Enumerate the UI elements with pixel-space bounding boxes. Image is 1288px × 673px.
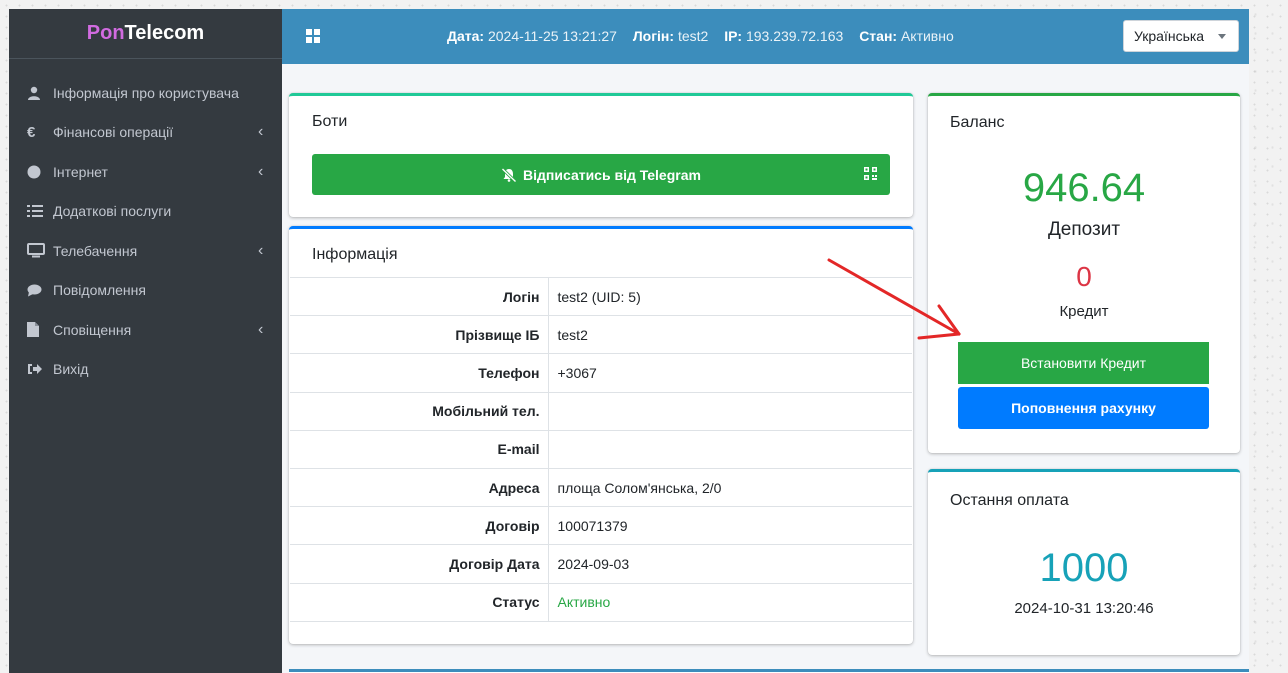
ip-value: 193.239.72.163 [745,28,844,44]
credit-value: 0 [1076,261,1092,292]
sidebar-item-label: Повідомлення [53,282,146,299]
table-row: Статус Активно [290,582,912,622]
monitor-icon [27,243,53,258]
balance-card: Баланс 946.64 Депозит 0 Кредит Встановит… [928,93,1240,453]
chevron-left-icon: ‹ [258,123,264,141]
info-key: Мобільний тел. [290,391,549,431]
circle-icon [27,165,53,179]
table-row: Мобільний тел. [290,391,912,431]
last-payment-title: Остання оплата [950,492,1069,509]
info-value: площа Солом'янська, 2/0 [548,467,912,507]
info-key: Прізвище ІБ [290,315,549,354]
info-key: Адреса [290,467,549,507]
deposit-value: 946.64 [1022,166,1146,210]
info-value: Активно [548,582,912,622]
sidebar-item-label: Додаткові послуги [53,203,172,220]
sidebar-item-finance[interactable]: € Фінансові операції ‹ [9,113,282,153]
sidebar-item-tv[interactable]: Телебачення ‹ [9,231,282,271]
table-row: Прізвище ІБ test2 [290,315,912,354]
info-key: E-mail [290,429,549,469]
date-value: 2024-11-25 13:21:27 [487,28,617,44]
balance-card-title: Баланс [950,114,1005,131]
sidebar: Pon Telecom Інформація про користувача € … [9,9,282,673]
status-value: Активно [900,28,954,44]
info-value: test2 (UID: 5) [548,276,912,316]
last-payment-date: 2024-10-31 13:20:46 [1014,600,1154,617]
euro-icon: € [27,123,36,141]
date-label: Дата: [447,28,485,44]
info-value [548,429,912,469]
last-payment-amount: 1000 [1039,546,1129,590]
info-key: Договір Дата [290,544,549,583]
sidebar-item-internet[interactable]: Інтернет ‹ [9,152,282,192]
brand-logo[interactable]: Pon Telecom [9,9,282,59]
table-row: Логін test2 (UID: 5) [290,276,912,316]
ip-label: IP: [724,28,743,44]
info-key: Статус [290,582,549,622]
info-key: Логін [290,276,549,316]
last-payment-card: Остання оплата 1000 2024-10-31 13:20:46 [928,469,1240,655]
sidebar-nav: Інформація про користувача € Фінансові о… [9,59,282,389]
set-credit-button[interactable]: Встановити Кредит [958,342,1209,384]
table-row: Договір 100071379 [290,506,912,545]
screenshot-background: Pon Telecom Інформація про користувача € … [0,0,1288,673]
status-label: Стан: [859,28,898,44]
chevron-left-icon: ‹ [258,320,264,338]
bell-slash-icon [501,167,517,182]
grid-menu-icon[interactable] [306,29,320,43]
sidebar-item-label: Телебачення [53,242,138,259]
table-row: Телефон +3067 [290,353,912,393]
info-table: Логін test2 (UID: 5) Прізвище ІБ test2 Телеф… [290,276,912,622]
login-label: Логін: [632,28,675,44]
sidebar-item-notifications[interactable]: Сповіщення ‹ [9,310,282,350]
sidebar-item-label: Інтернет [53,163,108,180]
table-row: E-mail [290,429,912,469]
telegram-unsubscribe-button[interactable]: Відписатись від Telegram [312,154,890,195]
sidebar-item-messages[interactable]: Повідомлення [9,271,282,311]
caret-down-icon [1218,34,1226,39]
sidebar-item-logout[interactable]: Вихід [9,350,282,390]
language-select[interactable]: Українська [1123,20,1239,52]
app-window: Pon Telecom Інформація про користувача € … [9,9,1249,673]
chevron-left-icon: ‹ [258,162,264,180]
sidebar-item-extra-services[interactable]: Додаткові послуги [9,192,282,232]
info-value: 100071379 [548,506,912,545]
top-navbar: Дата: 2024-11-25 13:21:27 Логін: test2 I… [282,9,1249,64]
bots-card-title: Боти [312,113,348,130]
info-key: Договір [290,506,549,545]
sidebar-item-label: Вихід [53,361,89,378]
info-card: Інформація Логін test2 (UID: 5) Прізвище І… [289,226,913,644]
next-card-edge [289,669,1249,673]
session-info: Дата: 2024-11-25 13:21:27 Логін: test2 I… [447,28,954,44]
telegram-button-label: Відписатись від Telegram [523,166,701,183]
sidebar-item-label: Інформація про користувача [53,84,239,101]
file-icon [27,322,53,338]
info-value [548,391,912,431]
topup-button[interactable]: Поповнення рахунку [958,387,1209,429]
info-value: +3067 [548,353,912,393]
chevron-left-icon: ‹ [258,241,264,259]
sidebar-item-label: Фінансові операції [53,124,174,141]
brand-part-1: Pon [86,22,125,44]
login-value: test2 [677,28,709,44]
info-card-title: Інформація [312,246,398,263]
sidebar-item-label: Сповіщення [53,321,132,338]
info-key: Телефон [290,353,549,393]
qrcode-icon[interactable] [864,167,877,180]
info-value: 2024-09-03 [548,544,912,583]
language-selected: Українська [1134,28,1205,44]
user-icon [27,86,53,100]
comment-icon [27,284,53,297]
table-row: Договір Дата 2024-09-03 [290,544,912,583]
bots-card: Боти Відписатись від Telegram [289,93,913,217]
sidebar-item-user-info[interactable]: Інформація про користувача [9,73,282,113]
sign-out-icon [27,363,53,375]
info-value: test2 [548,315,912,354]
deposit-label: Депозит [1047,219,1121,240]
list-icon [27,204,53,218]
table-row: Адреса площа Солом'янська, 2/0 [290,467,912,507]
credit-label: Кредит [1059,303,1109,320]
brand-part-2: Telecom [124,22,205,44]
